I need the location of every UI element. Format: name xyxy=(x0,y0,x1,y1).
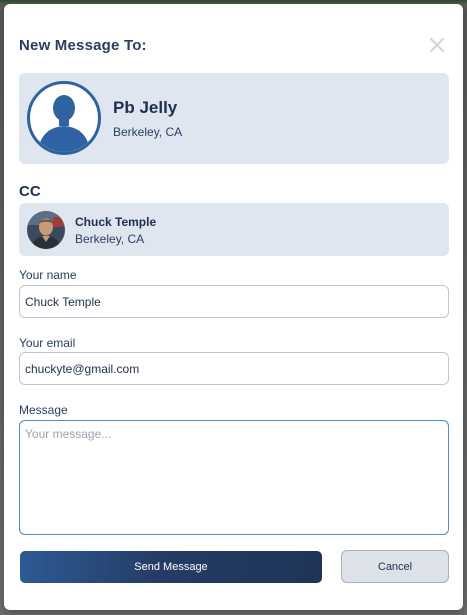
recipient-location: Berkeley, CA xyxy=(113,125,183,139)
person-silhouette-icon xyxy=(27,81,101,155)
message-field[interactable] xyxy=(19,420,449,535)
name-field[interactable] xyxy=(19,285,449,318)
email-field-label: Your email xyxy=(19,336,76,350)
name-field-label: Your name xyxy=(19,268,77,282)
cc-avatar xyxy=(27,211,65,249)
new-message-modal: New Message To: Pb Jelly Berkeley, CA CC xyxy=(4,4,463,610)
send-message-button[interactable]: Send Message xyxy=(20,551,322,583)
modal-title: New Message To: xyxy=(19,37,147,54)
cc-location: Berkeley, CA xyxy=(75,232,145,246)
close-icon[interactable] xyxy=(427,35,447,55)
cancel-button[interactable]: Cancel xyxy=(341,550,449,583)
message-field-label: Message xyxy=(19,403,68,417)
recipient-name: Pb Jelly xyxy=(113,98,178,117)
cc-card: Chuck Temple Berkeley, CA xyxy=(19,203,449,256)
cc-label: CC xyxy=(19,183,41,200)
cc-name: Chuck Temple xyxy=(75,215,157,229)
recipient-card: Pb Jelly Berkeley, CA xyxy=(19,73,449,164)
email-field[interactable] xyxy=(19,352,449,385)
